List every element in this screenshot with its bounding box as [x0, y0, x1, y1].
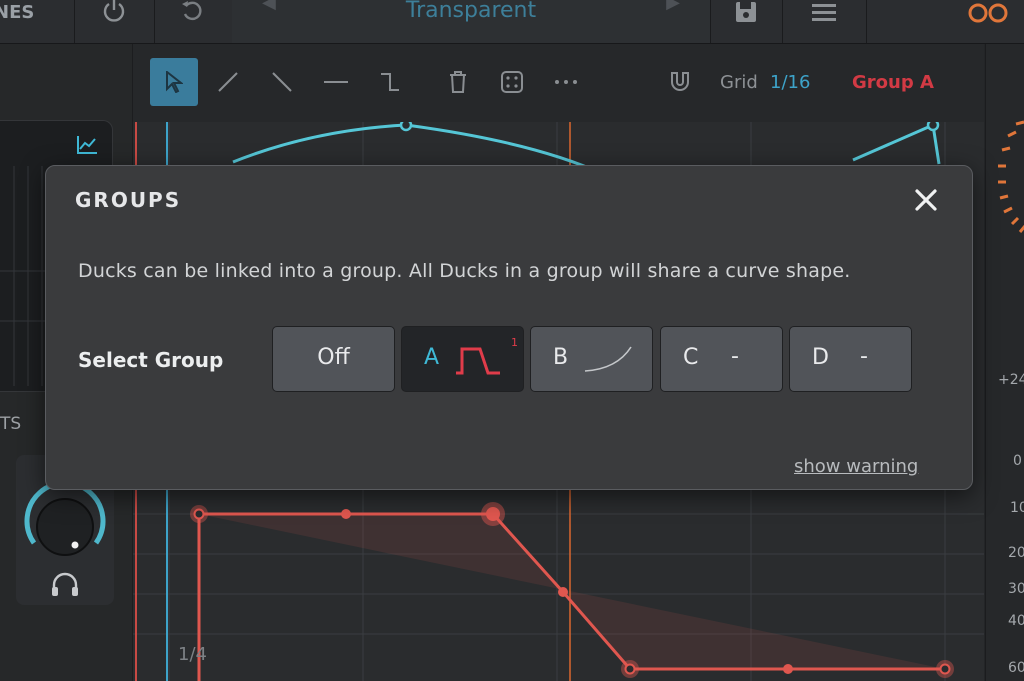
menu-icon — [812, 3, 836, 21]
curve-icon — [584, 346, 632, 372]
group-a-label: A — [424, 345, 440, 370]
undo-icon — [182, 0, 202, 20]
group-c-button[interactable]: C - — [660, 326, 783, 392]
group-d-label: D — [812, 345, 829, 370]
db-label: 60 — [1008, 660, 1024, 676]
db-label: 30 — [1008, 581, 1024, 597]
group-c-label: C — [683, 345, 699, 370]
step-icon — [456, 347, 500, 375]
group-c-empty: - — [731, 344, 739, 369]
db-label: 10 — [1010, 500, 1024, 516]
group-b-label: B — [553, 345, 569, 370]
power-icon — [103, 0, 125, 22]
marker-label: 1/4 — [178, 644, 207, 665]
undo-button[interactable] — [154, 0, 233, 43]
group-off-button[interactable]: Off — [272, 326, 395, 392]
group-b-button[interactable]: B — [530, 326, 653, 392]
db-label: 40 — [1008, 613, 1024, 629]
select-group-label: Select Group — [78, 348, 224, 372]
preset-name: Transparent — [405, 0, 537, 23]
dice-icon — [501, 71, 523, 93]
pointer-icon — [166, 71, 183, 93]
line-down-tool-button[interactable] — [258, 58, 306, 106]
trash-icon — [450, 71, 466, 93]
group-selector[interactable]: Group A — [852, 72, 934, 93]
plugin-name: NES — [0, 0, 75, 43]
delete-button[interactable] — [434, 58, 482, 106]
grid-value-selector[interactable]: 1/16 — [770, 72, 810, 93]
preset-selector[interactable]: ◀ Transparent ▶ — [232, 0, 711, 43]
headphones-icon — [52, 572, 78, 596]
close-button[interactable] — [912, 186, 940, 214]
snap-button[interactable] — [656, 58, 704, 106]
top-bar: NES ◀ Transparent ▶ — [0, 0, 1024, 44]
power-button[interactable] — [74, 0, 155, 43]
prev-preset-icon[interactable]: ◀ — [262, 0, 276, 13]
group-off-label: Off — [317, 345, 350, 370]
ellipsis-icon — [555, 80, 577, 84]
group-a-button[interactable]: A 1 — [401, 326, 524, 392]
dialog-title: GROUPS — [75, 188, 182, 212]
db-label: 20 — [1008, 545, 1024, 561]
step-icon — [381, 73, 399, 91]
select-tool-button[interactable] — [150, 58, 198, 106]
group-d-button[interactable]: D - — [789, 326, 912, 392]
grid-label: Grid — [720, 72, 758, 93]
group-d-empty: - — [860, 344, 868, 369]
line-up-icon — [218, 72, 238, 92]
step-tool-button[interactable] — [366, 58, 414, 106]
randomize-button[interactable] — [488, 58, 536, 106]
logo-icon — [968, 3, 1008, 22]
db-label: +24 — [998, 372, 1024, 388]
group-a-count-badge: 1 — [511, 336, 518, 349]
menu-button[interactable] — [782, 0, 867, 43]
flat-line-tool-button[interactable] — [312, 58, 360, 106]
close-icon — [915, 189, 937, 211]
next-preset-icon[interactable]: ▶ — [666, 0, 680, 13]
show-warning-link[interactable]: show warning — [794, 456, 918, 477]
dialog-description: Ducks can be linked into a group. All Du… — [78, 260, 851, 282]
save-icon — [736, 1, 756, 22]
groups-dialog: GROUPS Ducks can be linked into a group.… — [45, 165, 973, 490]
section-label: TS — [0, 414, 22, 434]
magnet-icon — [671, 72, 689, 91]
brand-logo — [866, 0, 1024, 43]
save-button[interactable] — [710, 0, 783, 43]
more-options-button[interactable] — [542, 58, 590, 106]
line-down-icon — [272, 72, 292, 92]
db-label: 0 — [1013, 453, 1022, 469]
output-knob[interactable] — [986, 104, 1024, 264]
line-up-tool-button[interactable] — [204, 58, 252, 106]
flat-line-icon — [324, 81, 348, 83]
